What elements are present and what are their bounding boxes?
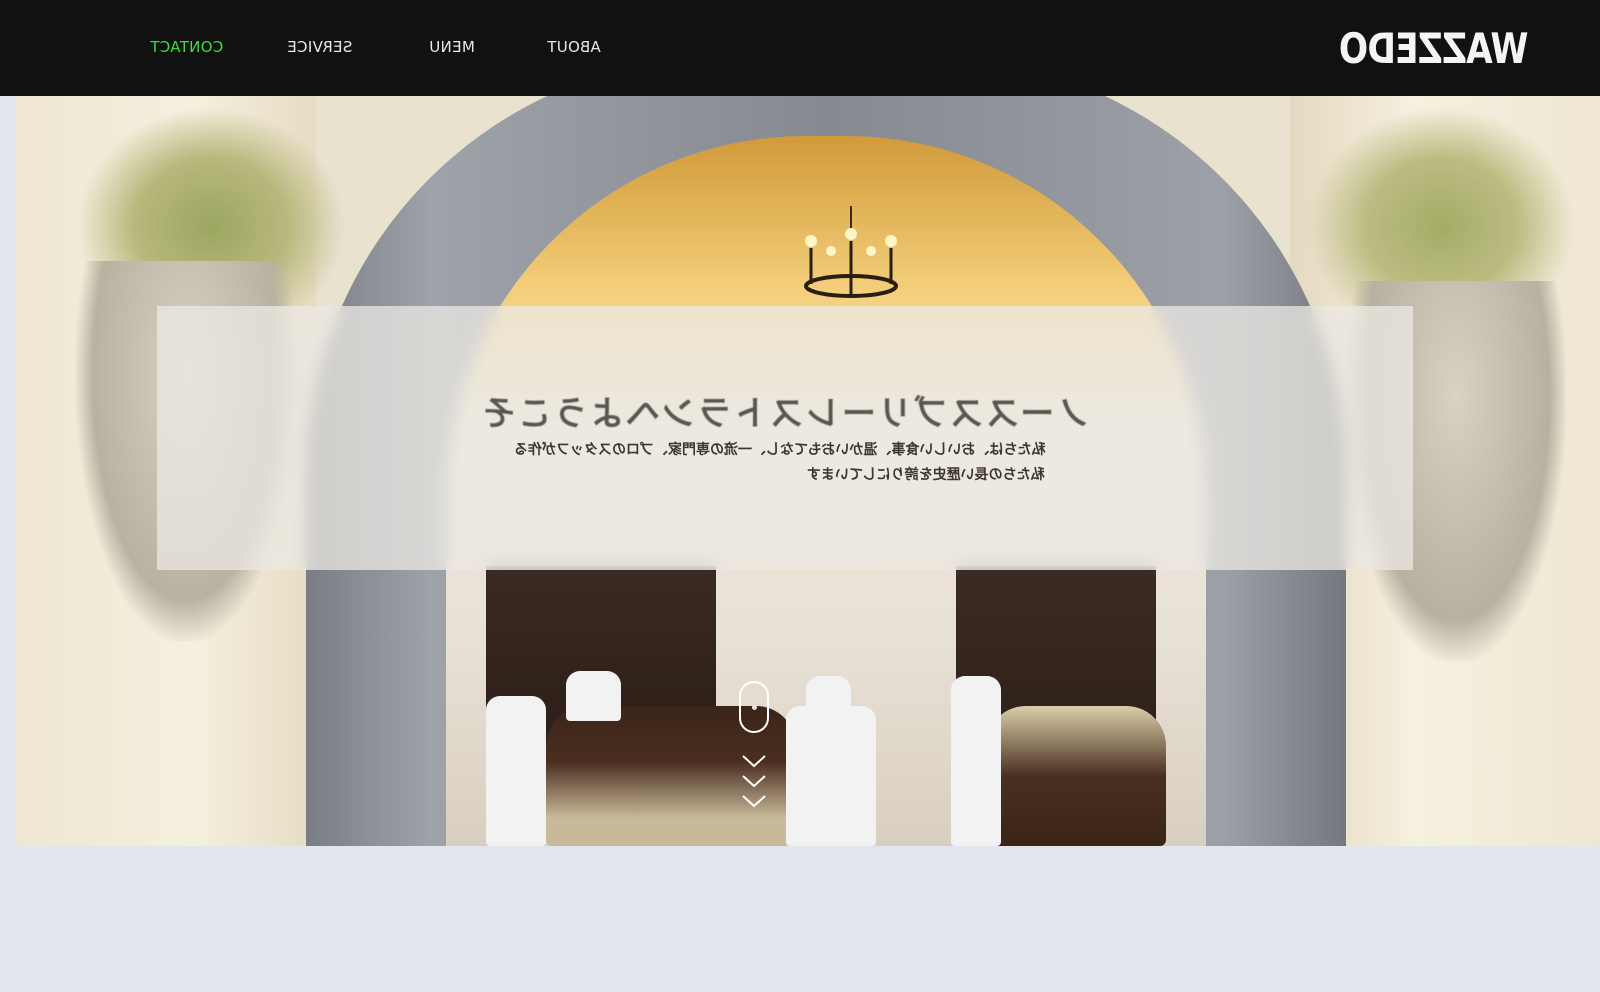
nav-link-about[interactable]: ABOUT <box>547 38 601 56</box>
brand-logo-text: WAZZEDO <box>1339 23 1529 73</box>
nav-link-menu[interactable]: MENU <box>429 38 475 56</box>
hero-subtitle-line-2: 私たちの長い歴史を誇りにしています <box>807 467 1045 483</box>
nav-link-about-label: ABOUT <box>547 38 601 56</box>
brand-logo[interactable]: WAZZEDO <box>1340 24 1529 73</box>
top-navbar: CONTACT SERVICE MENU ABOUT WAZZEDO <box>0 0 1600 96</box>
hero-banner: ノーススブリーレストランへようこそ 私たちは、おいしい食事、温かいおもてなし、一… <box>16 96 1600 846</box>
nav-link-contact-label: CONTACT <box>150 38 224 56</box>
page-background <box>0 846 1600 992</box>
nav-link-service-label: SERVICE <box>287 38 353 56</box>
hero-subtitle-line-1: 私たちは、おいしい食事、温かいおもてなし、一流の専門家、プロのスタッフが作る <box>513 442 1045 458</box>
nav-link-service[interactable]: SERVICE <box>287 38 352 56</box>
nav-link-contact[interactable]: CONTACT <box>150 38 223 56</box>
hero-text-panel: ノーススブリーレストランへようこそ 私たちは、おいしい食事、温かいおもてなし、一… <box>157 306 1413 570</box>
mouse-wheel-dot <box>752 705 757 710</box>
hero-title: ノーススブリーレストランへようこそ <box>479 394 1091 434</box>
nav-link-menu-label: MENU <box>429 38 475 56</box>
chandelier-icon <box>804 206 898 298</box>
chevron-down-icon[interactable] <box>740 752 768 810</box>
mouse-icon[interactable] <box>739 681 769 733</box>
